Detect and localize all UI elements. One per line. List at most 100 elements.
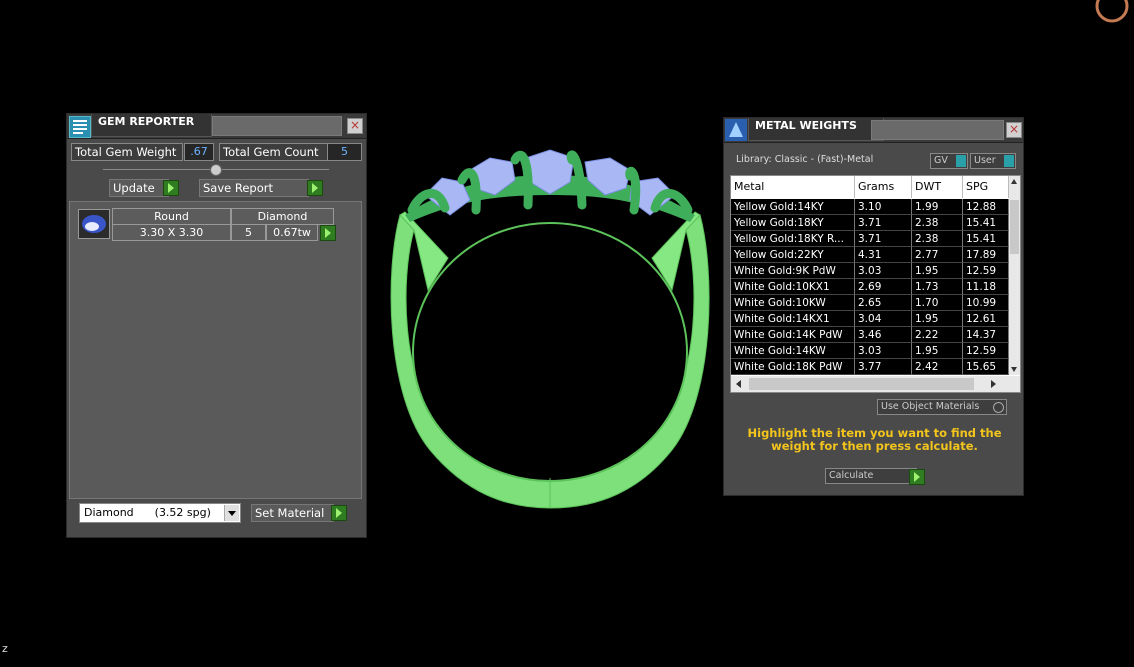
cell-dwt: 1.95 <box>912 263 963 279</box>
user-toggle[interactable]: User <box>970 153 1016 169</box>
gem-size: 3.30 X 3.30 <box>112 224 231 241</box>
col-metal[interactable]: Metal <box>731 176 855 198</box>
gem-count: 5 <box>231 224 266 241</box>
cell-spg: 17.89 <box>963 247 1009 263</box>
close-icon[interactable]: × <box>1006 122 1022 138</box>
cell-metal: Yellow Gold:14KY <box>731 199 855 215</box>
table-row[interactable]: Yellow Gold:18KY R... 3.71 2.38 15.41 <box>731 231 1009 247</box>
cell-metal: White Gold:10KX1 <box>731 279 855 295</box>
table-row[interactable]: White Gold:14KX1 3.04 1.95 12.61 <box>731 311 1009 327</box>
table-row[interactable]: Yellow Gold:18KY 3.71 2.38 15.41 <box>731 215 1009 231</box>
col-dwt[interactable]: DWT <box>912 176 963 198</box>
horizontal-scrollbar[interactable] <box>731 376 1020 392</box>
save-report-button[interactable]: Save Report <box>199 179 309 197</box>
table-row[interactable]: White Gold:9K PdW 3.03 1.95 12.59 <box>731 263 1009 279</box>
cell-metal: White Gold:14K PdW <box>731 327 855 343</box>
ring-model <box>390 149 710 509</box>
use-object-materials-toggle[interactable]: Use Object Materials <box>877 399 1007 415</box>
gem-reporter-panel: GEM REPORTER × Total Gem Weight .67 Tota… <box>66 113 367 538</box>
cell-dwt: 2.22 <box>912 327 963 343</box>
gv-toggle[interactable]: GV <box>930 153 968 169</box>
metal-weights-titlebar[interactable]: METAL WEIGHTS × <box>724 118 1023 143</box>
cell-grams: 3.71 <box>855 231 912 247</box>
gem-reporter-titlebar[interactable]: GEM REPORTER × <box>67 114 366 139</box>
gem-reporter-title: GEM REPORTER <box>91 114 212 137</box>
chevron-down-icon[interactable] <box>224 505 239 521</box>
set-material-button[interactable]: Set Material <box>251 504 334 522</box>
cell-grams: 3.04 <box>855 311 912 327</box>
splitter-handle-icon[interactable] <box>210 164 222 176</box>
cell-metal: White Gold:14KX1 <box>731 311 855 327</box>
col-spg[interactable]: SPG <box>963 176 1009 198</box>
cell-metal: White Gold:18K PdW <box>731 359 855 375</box>
cell-spg: 12.88 <box>963 199 1009 215</box>
cell-grams: 3.03 <box>855 343 912 359</box>
cell-metal: Yellow Gold:18KY <box>731 215 855 231</box>
table-row[interactable]: Yellow Gold:22KY 4.31 2.77 17.89 <box>731 247 1009 263</box>
cell-spg: 12.59 <box>963 263 1009 279</box>
cell-spg: 15.65 <box>963 359 1009 375</box>
table-row[interactable]: White Gold:14KW 3.03 1.95 12.59 <box>731 343 1009 359</box>
calculate-button[interactable]: Calculate <box>825 468 917 484</box>
metal-table[interactable]: Metal Grams DWT SPG Yellow Gold:14KY 3.10… <box>730 175 1021 393</box>
cell-grams: 2.69 <box>855 279 912 295</box>
close-icon[interactable]: × <box>347 118 363 134</box>
total-gem-count-label: Total Gem Count <box>219 143 331 161</box>
update-go-icon[interactable] <box>163 180 179 196</box>
cell-spg: 14.37 <box>963 327 1009 343</box>
toggle-circle-icon <box>993 402 1004 413</box>
save-report-go-icon[interactable] <box>307 180 323 196</box>
gem-shape: Round <box>112 208 231 225</box>
material-select[interactable]: Diamond (3.52 spg) <box>79 503 241 523</box>
total-gem-weight-label: Total Gem Weight <box>71 143 183 161</box>
cell-grams: 3.10 <box>855 199 912 215</box>
cell-spg: 15.41 <box>963 231 1009 247</box>
cell-spg: 12.59 <box>963 343 1009 359</box>
gem-row-go-icon[interactable] <box>320 225 336 241</box>
gem-reporter-icon <box>69 116 91 138</box>
cell-dwt: 2.42 <box>912 359 963 375</box>
total-gem-weight-value: .67 <box>184 143 214 161</box>
gem-material: Diamond <box>231 208 334 225</box>
cell-dwt: 2.77 <box>912 247 963 263</box>
metal-weights-icon <box>725 119 747 141</box>
cell-metal: White Gold:14KW <box>731 343 855 359</box>
status-char: z <box>2 642 8 655</box>
cell-metal: Yellow Gold:18KY R... <box>731 231 855 247</box>
cell-grams: 3.77 <box>855 359 912 375</box>
metal-weights-panel: METAL WEIGHTS × Library: Classic - (Fast… <box>723 117 1024 496</box>
cell-metal: Yellow Gold:22KY <box>731 247 855 263</box>
cell-dwt: 1.95 <box>912 343 963 359</box>
cell-grams: 3.46 <box>855 327 912 343</box>
cell-dwt: 2.38 <box>912 231 963 247</box>
cell-metal: White Gold:9K PdW <box>731 263 855 279</box>
round-gem-icon <box>78 209 110 239</box>
cell-dwt: 2.38 <box>912 215 963 231</box>
cell-grams: 3.71 <box>855 215 912 231</box>
orientation-gizmo-icon <box>1095 0 1129 23</box>
cell-grams: 2.65 <box>855 295 912 311</box>
cell-spg: 15.41 <box>963 215 1009 231</box>
metal-weights-title: METAL WEIGHTS <box>748 118 884 141</box>
table-row[interactable]: White Gold:18K PdW 3.77 2.42 15.65 <box>731 359 1009 375</box>
ring-inner <box>412 222 688 482</box>
vertical-scrollbar[interactable] <box>1009 176 1020 375</box>
calculate-go-icon[interactable] <box>909 469 925 485</box>
material-select-value: Diamond (3.52 spg) <box>84 506 211 519</box>
cell-spg: 11.18 <box>963 279 1009 295</box>
col-grams[interactable]: Grams <box>855 176 912 198</box>
gem-list: Round Diamond 3.30 X 3.30 5 0.67tw <box>69 201 362 499</box>
cell-grams: 4.31 <box>855 247 912 263</box>
update-button[interactable]: Update <box>109 179 169 197</box>
instruction-text: Highlight the item you want to find the … <box>747 426 1002 453</box>
cell-dwt: 1.70 <box>912 295 963 311</box>
cell-spg: 10.99 <box>963 295 1009 311</box>
cell-metal: White Gold:10KW <box>731 295 855 311</box>
table-row[interactable]: White Gold:10KX1 2.69 1.73 11.18 <box>731 279 1009 295</box>
set-material-go-icon[interactable] <box>331 505 347 521</box>
gem-row[interactable]: Round Diamond 3.30 X 3.30 5 0.67tw <box>76 207 336 241</box>
cell-dwt: 1.95 <box>912 311 963 327</box>
table-row[interactable]: White Gold:10KW 2.65 1.70 10.99 <box>731 295 1009 311</box>
table-row[interactable]: Yellow Gold:14KY 3.10 1.99 12.88 <box>731 199 1009 215</box>
table-row[interactable]: White Gold:14K PdW 3.46 2.22 14.37 <box>731 327 1009 343</box>
